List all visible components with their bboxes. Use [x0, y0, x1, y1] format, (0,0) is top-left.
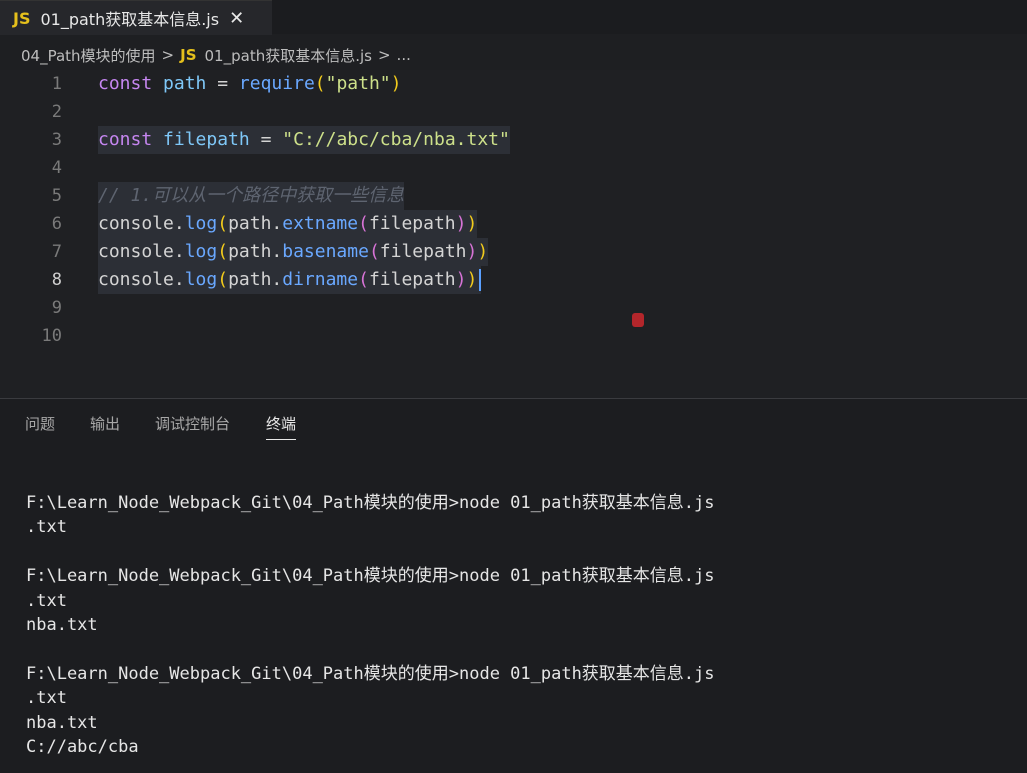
- terminal-line: .txt: [26, 590, 67, 611]
- line-number: 10: [41, 326, 62, 346]
- code-argument: filepath: [379, 241, 467, 262]
- panel-tab-bar: 问题 输出 调试控制台 终端: [0, 413, 1027, 440]
- code-object: console.: [98, 269, 185, 290]
- code-object: path.: [228, 213, 283, 234]
- code-paren: ): [390, 73, 402, 94]
- code-line: 3 const filepath = "C://abc/cba/nba.txt": [0, 126, 1027, 154]
- breadcrumb-file[interactable]: 01_path获取基本信息.js: [205, 45, 372, 66]
- breadcrumb-separator: >: [377, 46, 391, 64]
- line-number: 1: [51, 74, 62, 94]
- tab-title: 01_path获取基本信息.js: [40, 10, 220, 29]
- line-number: 6: [51, 214, 62, 234]
- code-string: "C://abc/cba/nba.txt": [282, 129, 510, 150]
- terminal-line: F:\Learn_Node_Webpack_Git\04_Path模块的使用>n…: [26, 663, 715, 684]
- code-function: require: [238, 73, 315, 94]
- editor-tab[interactable]: JS 01_path获取基本信息.js ✕: [0, 0, 272, 35]
- code-function: log: [184, 241, 218, 262]
- code-function: log: [184, 269, 218, 290]
- code-editor[interactable]: 1 const path = require("path") 2 3 const…: [0, 70, 1027, 398]
- text-cursor: [479, 269, 482, 291]
- editor-tab-bar: JS 01_path获取基本信息.js ✕: [0, 0, 1027, 35]
- code-paren: (: [368, 241, 380, 262]
- code-line: 9: [0, 294, 1027, 322]
- line-number: 8: [51, 270, 62, 290]
- line-number: 7: [51, 242, 62, 262]
- recording-marker-icon: [632, 313, 644, 327]
- bottom-panel: 问题 输出 调试控制台 终端 F:\Learn_Node_Webpack_Git…: [0, 399, 1027, 773]
- code-object: console.: [98, 213, 185, 234]
- code-paren: (: [217, 269, 229, 290]
- code-object: path.: [228, 241, 283, 262]
- terminal-line: nba.txt: [26, 614, 98, 635]
- code-object: path.: [228, 269, 283, 290]
- line-number: 9: [51, 298, 62, 318]
- code-line: 10: [0, 322, 1027, 350]
- line-number: 3: [51, 130, 62, 150]
- code-argument: filepath: [368, 213, 456, 234]
- terminal-output[interactable]: F:\Learn_Node_Webpack_Git\04_Path模块的使用>n…: [26, 491, 1016, 759]
- terminal-line: .txt: [26, 688, 67, 709]
- code-keyword: const: [98, 73, 153, 94]
- line-number: 2: [51, 102, 62, 122]
- code-paren: (: [358, 269, 369, 290]
- js-file-icon: JS: [180, 46, 197, 64]
- tab-debug-console[interactable]: 调试控制台: [155, 413, 230, 434]
- code-paren: ): [466, 241, 478, 262]
- code-line: 7 console.log(path.basename(filepath)): [0, 238, 1027, 266]
- code-paren: (: [217, 241, 229, 262]
- code-paren: (: [314, 73, 326, 94]
- breadcrumb-more[interactable]: ...: [397, 46, 411, 64]
- terminal-line: F:\Learn_Node_Webpack_Git\04_Path模块的使用>n…: [26, 493, 715, 513]
- code-operator: =: [217, 73, 229, 94]
- code-line: 4: [0, 154, 1027, 182]
- code-line: 1 const path = require("path"): [0, 70, 1027, 98]
- code-method: extname: [282, 213, 359, 234]
- code-paren: (: [358, 213, 369, 234]
- tab-terminal[interactable]: 终端: [266, 413, 297, 440]
- code-paren: ): [477, 241, 489, 262]
- code-paren: (: [217, 213, 229, 234]
- code-operator: =: [260, 129, 272, 150]
- code-line: 2: [0, 98, 1027, 126]
- code-variable: filepath: [163, 129, 250, 150]
- code-object: console.: [98, 241, 185, 262]
- code-paren: ): [455, 269, 467, 290]
- tab-output[interactable]: 输出: [90, 413, 120, 434]
- code-paren: ): [466, 213, 478, 234]
- line-number: 5: [51, 186, 62, 206]
- terminal-line: nba.txt: [26, 712, 98, 733]
- code-argument: filepath: [368, 269, 456, 290]
- code-variable: path: [163, 73, 207, 94]
- line-number: 4: [51, 158, 62, 178]
- code-line: 5 // 1.可以从一个路径中获取一些信息: [0, 182, 1027, 210]
- code-comment: // 1.可以从一个路径中获取一些信息: [98, 185, 405, 206]
- breadcrumb-folder[interactable]: 04_Path模块的使用: [21, 45, 156, 66]
- tab-problems[interactable]: 问题: [25, 413, 55, 434]
- code-function: log: [184, 213, 218, 234]
- code-paren: ): [455, 213, 467, 234]
- terminal-line: F:\Learn_Node_Webpack_Git\04_Path模块的使用>n…: [26, 566, 715, 587]
- code-method: basename: [282, 241, 369, 262]
- breadcrumb: 04_Path模块的使用 > JS 01_path获取基本信息.js > ...: [0, 40, 1027, 70]
- code-line: 8 console.log(path.dirname(filepath)): [0, 266, 1027, 294]
- code-paren: ): [466, 269, 478, 290]
- code-line: 6 console.log(path.extname(filepath)): [0, 210, 1027, 238]
- code-keyword: const: [98, 129, 153, 150]
- code-string: "path": [325, 73, 391, 94]
- code-method: dirname: [282, 269, 359, 290]
- terminal-line: C://abc/cba: [26, 736, 139, 757]
- terminal-line: .txt: [26, 517, 67, 538]
- close-icon[interactable]: ✕: [229, 8, 244, 29]
- breadcrumb-separator: >: [161, 46, 175, 64]
- js-file-icon: JS: [13, 8, 31, 28]
